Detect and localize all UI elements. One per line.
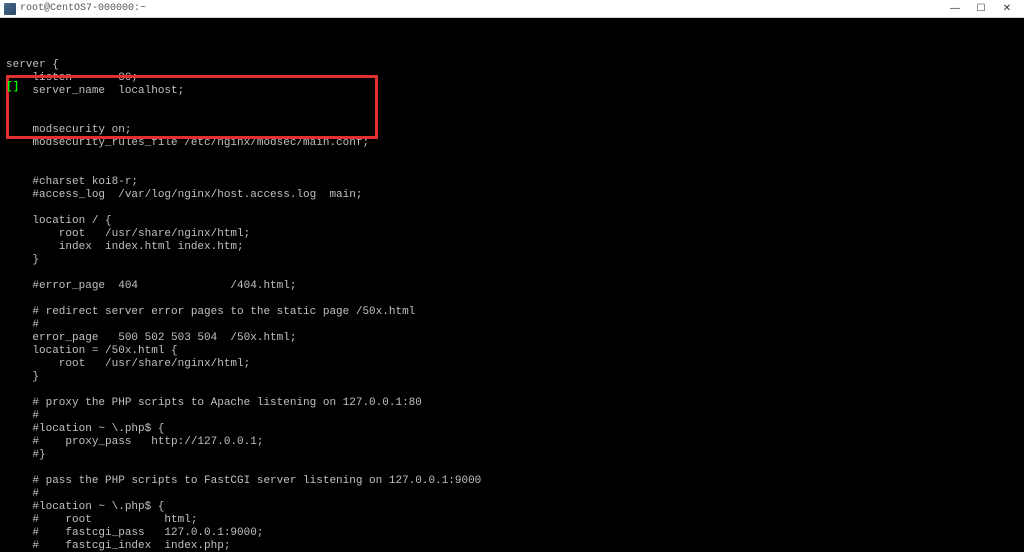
window-title: root@CentOS7-000000:~ (20, 3, 146, 14)
titlebar[interactable]: root@CentOS7-000000:~ — ☐ ✕ (0, 0, 1024, 18)
terminal-icon (4, 3, 16, 15)
terminal-window: root@CentOS7-000000:~ — ☐ ✕ server { lis… (0, 0, 1024, 552)
terminal-content[interactable]: server { listen 80; server_name localhos… (0, 18, 1024, 552)
minimize-button[interactable]: — (942, 1, 968, 17)
cursor-indicator: [] (6, 81, 19, 94)
close-button[interactable]: ✕ (994, 1, 1020, 17)
titlebar-left: root@CentOS7-000000:~ (4, 3, 146, 15)
terminal-lines: server { listen 80; server_name localhos… (6, 59, 1018, 552)
window-controls: — ☐ ✕ (942, 1, 1020, 17)
maximize-button[interactable]: ☐ (968, 1, 994, 17)
